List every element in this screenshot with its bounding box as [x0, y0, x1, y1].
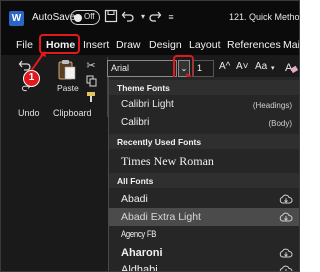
cloud-download-icon [279, 248, 293, 258]
all-fonts-header: All Fonts [109, 173, 299, 188]
recent-fonts-header: Recently Used Fonts [109, 134, 299, 149]
font-item-agency-fb[interactable]: Agency FB [109, 226, 299, 244]
font-item-tag: (Headings) [252, 101, 292, 110]
font-item-abadi-extra-light[interactable]: Abadi Extra Light [109, 208, 299, 226]
cloud-download-icon [279, 194, 293, 204]
font-item-label: Calibri [121, 117, 150, 128]
font-item-label: Aharoni [121, 247, 163, 259]
font-item-calibri-light[interactable]: Calibri Light (Headings) [109, 96, 299, 114]
font-item-label: Aldhabi [121, 264, 158, 272]
font-item-label: Abadi [121, 193, 148, 205]
font-item-label: Agency FB [121, 229, 157, 239]
font-item-calibri[interactable]: Calibri (Body) [109, 114, 299, 132]
font-item-tag: (Body) [268, 119, 292, 128]
font-item-times-new-roman[interactable]: Times New Roman [109, 151, 299, 171]
theme-fonts-header: Theme Fonts [109, 80, 299, 95]
word-window: W AutoSave Off ▾ ≡ 121. Quick Method to … [0, 0, 300, 272]
callout-1: 1 [23, 70, 40, 87]
cloud-download-icon [279, 265, 293, 271]
font-item-label: Calibri Light [121, 99, 174, 110]
cloud-download-icon [279, 212, 293, 222]
font-item-label: Times New Roman [121, 154, 214, 168]
font-dropdown-panel: Theme Fonts Calibri Light (Headings) Cal… [108, 77, 299, 272]
font-item-aharoni[interactable]: Aharoni [109, 244, 299, 262]
font-item-aldhabi[interactable]: Aldhabi [109, 261, 299, 272]
font-item-label: Abadi Extra Light [121, 211, 201, 223]
font-item-abadi[interactable]: Abadi [109, 190, 299, 208]
